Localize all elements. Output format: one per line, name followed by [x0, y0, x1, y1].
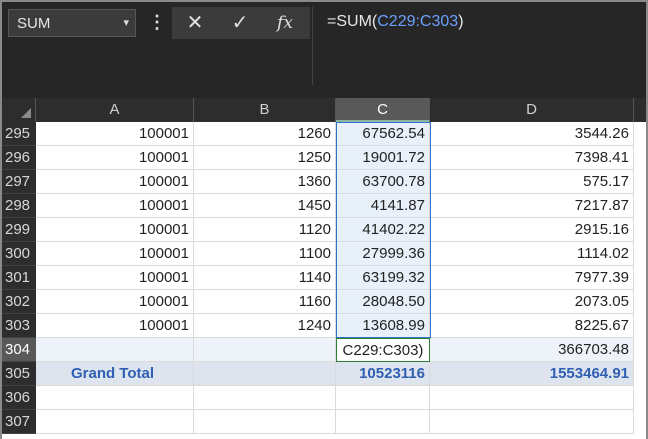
cell-b[interactable]: 1120	[194, 218, 336, 242]
formula-reference: C229:C303	[377, 13, 459, 30]
cell-a[interactable]: 100001	[36, 194, 194, 218]
cell-d[interactable]: 575.17	[430, 170, 634, 194]
row-header[interactable]: 297	[2, 170, 36, 194]
select-all-icon	[21, 108, 31, 118]
cell-d[interactable]: 3544.26	[430, 122, 634, 146]
row-header[interactable]: 295	[2, 122, 36, 146]
name-box-value: SUM	[17, 15, 51, 32]
column-header-d[interactable]: D	[430, 98, 634, 122]
cell-d[interactable]	[430, 386, 634, 410]
formula-bar-area: SUM ▾ ⋮ ✕ ✓ fx =SUM(C229:C303)	[2, 2, 646, 98]
formula-text: =SUM(C229:C303)	[327, 13, 464, 30]
row-header[interactable]: 304	[2, 338, 36, 362]
cell-d[interactable]: 2073.05	[430, 290, 634, 314]
row-header[interactable]: 298	[2, 194, 36, 218]
cell-a[interactable]: 100001	[36, 290, 194, 314]
cancel-icon[interactable]: ✕	[180, 10, 210, 36]
cell-b[interactable]	[194, 338, 336, 362]
formula-buttons: ✕ ✓ fx	[172, 7, 310, 39]
row-header[interactable]: 299	[2, 218, 36, 242]
row-header[interactable]: 301	[2, 266, 36, 290]
column-header-e[interactable]	[634, 98, 646, 122]
cell-d[interactable]: 8225.67	[430, 314, 634, 338]
cell-b[interactable]	[194, 362, 336, 386]
cell-d[interactable]: 7977.39	[430, 266, 634, 290]
cell-a[interactable]: 100001	[36, 170, 194, 194]
cell-c[interactable]: 28048.50	[336, 290, 430, 314]
row-header[interactable]: 302	[2, 290, 36, 314]
cell-c[interactable]: 13608.99	[336, 314, 430, 338]
cell-b[interactable]: 1140	[194, 266, 336, 290]
cell-c[interactable]: 67562.54	[336, 122, 430, 146]
spreadsheet-grid[interactable]: A B C D 295 100001 1260 67562.54 3544.26…	[2, 98, 646, 439]
cell-b[interactable]: 1450	[194, 194, 336, 218]
cell-d[interactable]: 366703.48	[430, 338, 634, 362]
cell-c[interactable]: 4141.87	[336, 194, 430, 218]
cell-b[interactable]	[194, 410, 336, 434]
excel-window: SUM ▾ ⋮ ✕ ✓ fx =SUM(C229:C303) A B C D 2…	[0, 0, 648, 439]
insert-function-icon[interactable]: fx	[270, 10, 300, 36]
cell-c[interactable]: 63199.32	[336, 266, 430, 290]
row-header[interactable]: 306	[2, 386, 36, 410]
cell-d[interactable]	[430, 410, 634, 434]
row-header[interactable]: 300	[2, 242, 36, 266]
cell-d[interactable]: 2915.16	[430, 218, 634, 242]
row-header[interactable]: 305	[2, 362, 36, 386]
cell-a[interactable]: 100001	[36, 122, 194, 146]
cell-d[interactable]: 7217.87	[430, 194, 634, 218]
cell-b[interactable]: 1260	[194, 122, 336, 146]
column-header-a[interactable]: A	[36, 98, 194, 122]
row-header[interactable]: 296	[2, 146, 36, 170]
active-edit-cell[interactable]: C229:C303)	[336, 338, 430, 362]
more-options-icon[interactable]: ⋮	[148, 10, 166, 36]
cell-b[interactable]	[194, 386, 336, 410]
cell-a[interactable]: 100001	[36, 266, 194, 290]
cell-c[interactable]: 63700.78	[336, 170, 430, 194]
grand-total-c[interactable]: 10523116	[336, 362, 430, 386]
row-header[interactable]: 303	[2, 314, 36, 338]
cell-a[interactable]: 100001	[36, 242, 194, 266]
cell-b[interactable]: 1240	[194, 314, 336, 338]
formula-input[interactable]: =SUM(C229:C303)	[312, 7, 646, 85]
cell-c[interactable]: 19001.72	[336, 146, 430, 170]
cell-a[interactable]	[36, 386, 194, 410]
row-header[interactable]: 307	[2, 410, 36, 434]
cell-c[interactable]	[336, 410, 430, 434]
cell-a[interactable]: 100001	[36, 218, 194, 242]
cell-b[interactable]: 1250	[194, 146, 336, 170]
cell-b[interactable]: 1100	[194, 242, 336, 266]
enter-icon[interactable]: ✓	[225, 10, 255, 36]
cell-c[interactable]: 41402.22	[336, 218, 430, 242]
name-box[interactable]: SUM ▾	[8, 9, 136, 37]
grand-total-d[interactable]: 1553464.91	[430, 362, 634, 386]
cell-d[interactable]: 1114.02	[430, 242, 634, 266]
cell-b[interactable]: 1360	[194, 170, 336, 194]
cell-a[interactable]: 100001	[36, 314, 194, 338]
cell-a[interactable]	[36, 338, 194, 362]
select-all-button[interactable]	[2, 98, 36, 122]
cell-c[interactable]: 27999.36	[336, 242, 430, 266]
grand-total-label[interactable]: Grand Total	[36, 362, 194, 386]
chevron-down-icon[interactable]: ▾	[123, 16, 129, 29]
cell-a[interactable]	[36, 410, 194, 434]
cell-d[interactable]: 7398.41	[430, 146, 634, 170]
column-header-b[interactable]: B	[194, 98, 336, 122]
cell-b[interactable]: 1160	[194, 290, 336, 314]
cell-c[interactable]	[336, 386, 430, 410]
cell-a[interactable]: 100001	[36, 146, 194, 170]
column-header-c[interactable]: C	[336, 98, 430, 122]
